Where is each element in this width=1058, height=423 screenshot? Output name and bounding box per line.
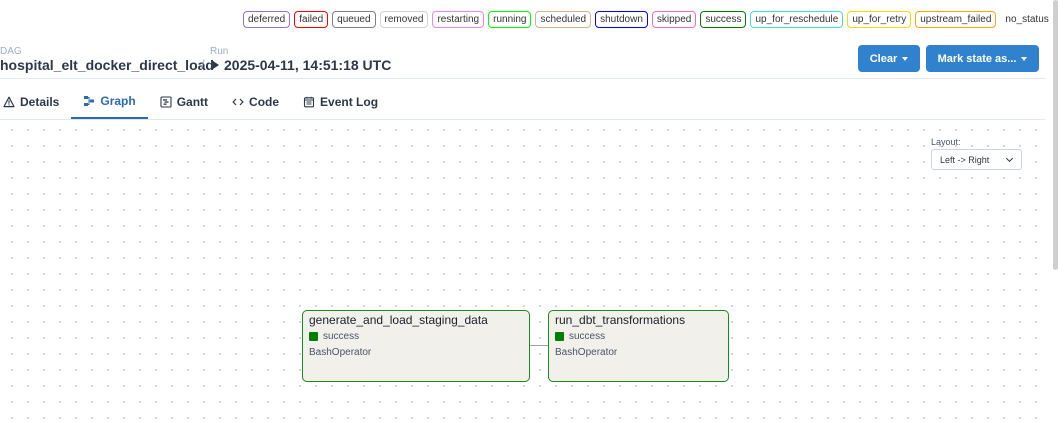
caret-down-icon (902, 56, 909, 61)
gantt-icon (160, 96, 172, 108)
warning-icon (3, 96, 15, 108)
legend-no-status[interactable]: no_status (1000, 11, 1054, 28)
tab-details[interactable]: Details (0, 85, 71, 119)
task-node-state-label: success (323, 331, 360, 342)
state-square-icon (555, 332, 564, 341)
legend-upstream-failed[interactable]: upstream_failed (915, 11, 997, 28)
tab-graph-label: Graph (100, 94, 136, 108)
task-node-title: run_dbt_transformations (555, 313, 686, 327)
legend-running[interactable]: running (488, 11, 532, 28)
tab-gantt[interactable]: Gantt (148, 85, 220, 119)
page-scrollbar[interactable] (1053, 0, 1058, 270)
tab-bar: Details Graph Gantt Code Event Log (0, 85, 390, 119)
task-node-state: success (555, 331, 605, 342)
tab-details-label: Details (20, 95, 60, 109)
legend-scheduled[interactable]: scheduled (535, 11, 592, 28)
tab-graph[interactable]: Graph (71, 85, 148, 119)
state-square-icon (309, 332, 318, 341)
run-id-text: 2025-04-11, 14:51:18 UTC (224, 57, 392, 73)
mark-state-button-label: Mark state as... (937, 52, 1017, 65)
header-divider (0, 78, 1045, 79)
legend-shutdown[interactable]: shutdown (595, 11, 648, 28)
tab-event-log-label: Event Log (320, 95, 379, 109)
play-icon (213, 61, 219, 69)
legend-up-for-reschedule[interactable]: up_for_reschedule (750, 11, 844, 28)
legend-restarting[interactable]: restarting (432, 11, 485, 28)
run-id[interactable]: 2025-04-11, 14:51:18 UTC (213, 57, 391, 73)
graph-icon (84, 96, 95, 106)
tab-code-label: Code (249, 95, 280, 109)
legend-skipped[interactable]: skipped (651, 11, 697, 28)
tab-gantt-label: Gantt (176, 95, 209, 109)
dag-label: DAG (0, 46, 22, 57)
task-node-run-dbt-transformations[interactable]: run_dbt_transformations success BashOper… (548, 310, 729, 382)
layout-select[interactable]: Left -> Right (931, 149, 1022, 170)
legend-up-for-retry[interactable]: up_for_retry (847, 11, 912, 28)
legend-queued[interactable]: queued (332, 11, 376, 28)
task-node-operator: BashOperator (555, 347, 618, 358)
legend-removed[interactable]: removed (379, 11, 429, 28)
run-label: Run (210, 46, 229, 57)
layout-select-value: Left -> Right (940, 154, 990, 165)
event-log-icon (303, 96, 315, 108)
caret-down-icon (1021, 56, 1028, 61)
task-node-operator: BashOperator (309, 347, 372, 358)
layout-label: Layout: (931, 137, 961, 147)
legend-deferred[interactable]: deferred (243, 11, 291, 28)
chevron-down-icon (1005, 154, 1014, 163)
mark-state-button[interactable]: Mark state as... (926, 45, 1039, 72)
tab-code[interactable]: Code (220, 85, 291, 119)
task-node-state-label: success (569, 331, 606, 342)
task-node-state: success (309, 331, 359, 342)
task-edge (530, 345, 548, 346)
clear-button-label: Clear (869, 52, 898, 65)
task-node-title: generate_and_load_staging_data (309, 313, 488, 327)
state-legend: deferred failed queued removed restartin… (243, 11, 1054, 28)
dag-id-link[interactable]: hospital_elt_docker_direct_load (0, 57, 214, 73)
breadcrumb-separator: / (201, 57, 205, 72)
clear-button[interactable]: Clear (858, 45, 920, 72)
tab-event-log[interactable]: Event Log (291, 85, 390, 119)
task-node-generate-and-load-staging-data[interactable]: generate_and_load_staging_data success B… (302, 310, 530, 382)
legend-failed[interactable]: failed (294, 11, 329, 28)
code-icon (232, 98, 244, 106)
legend-success[interactable]: success (700, 11, 747, 28)
